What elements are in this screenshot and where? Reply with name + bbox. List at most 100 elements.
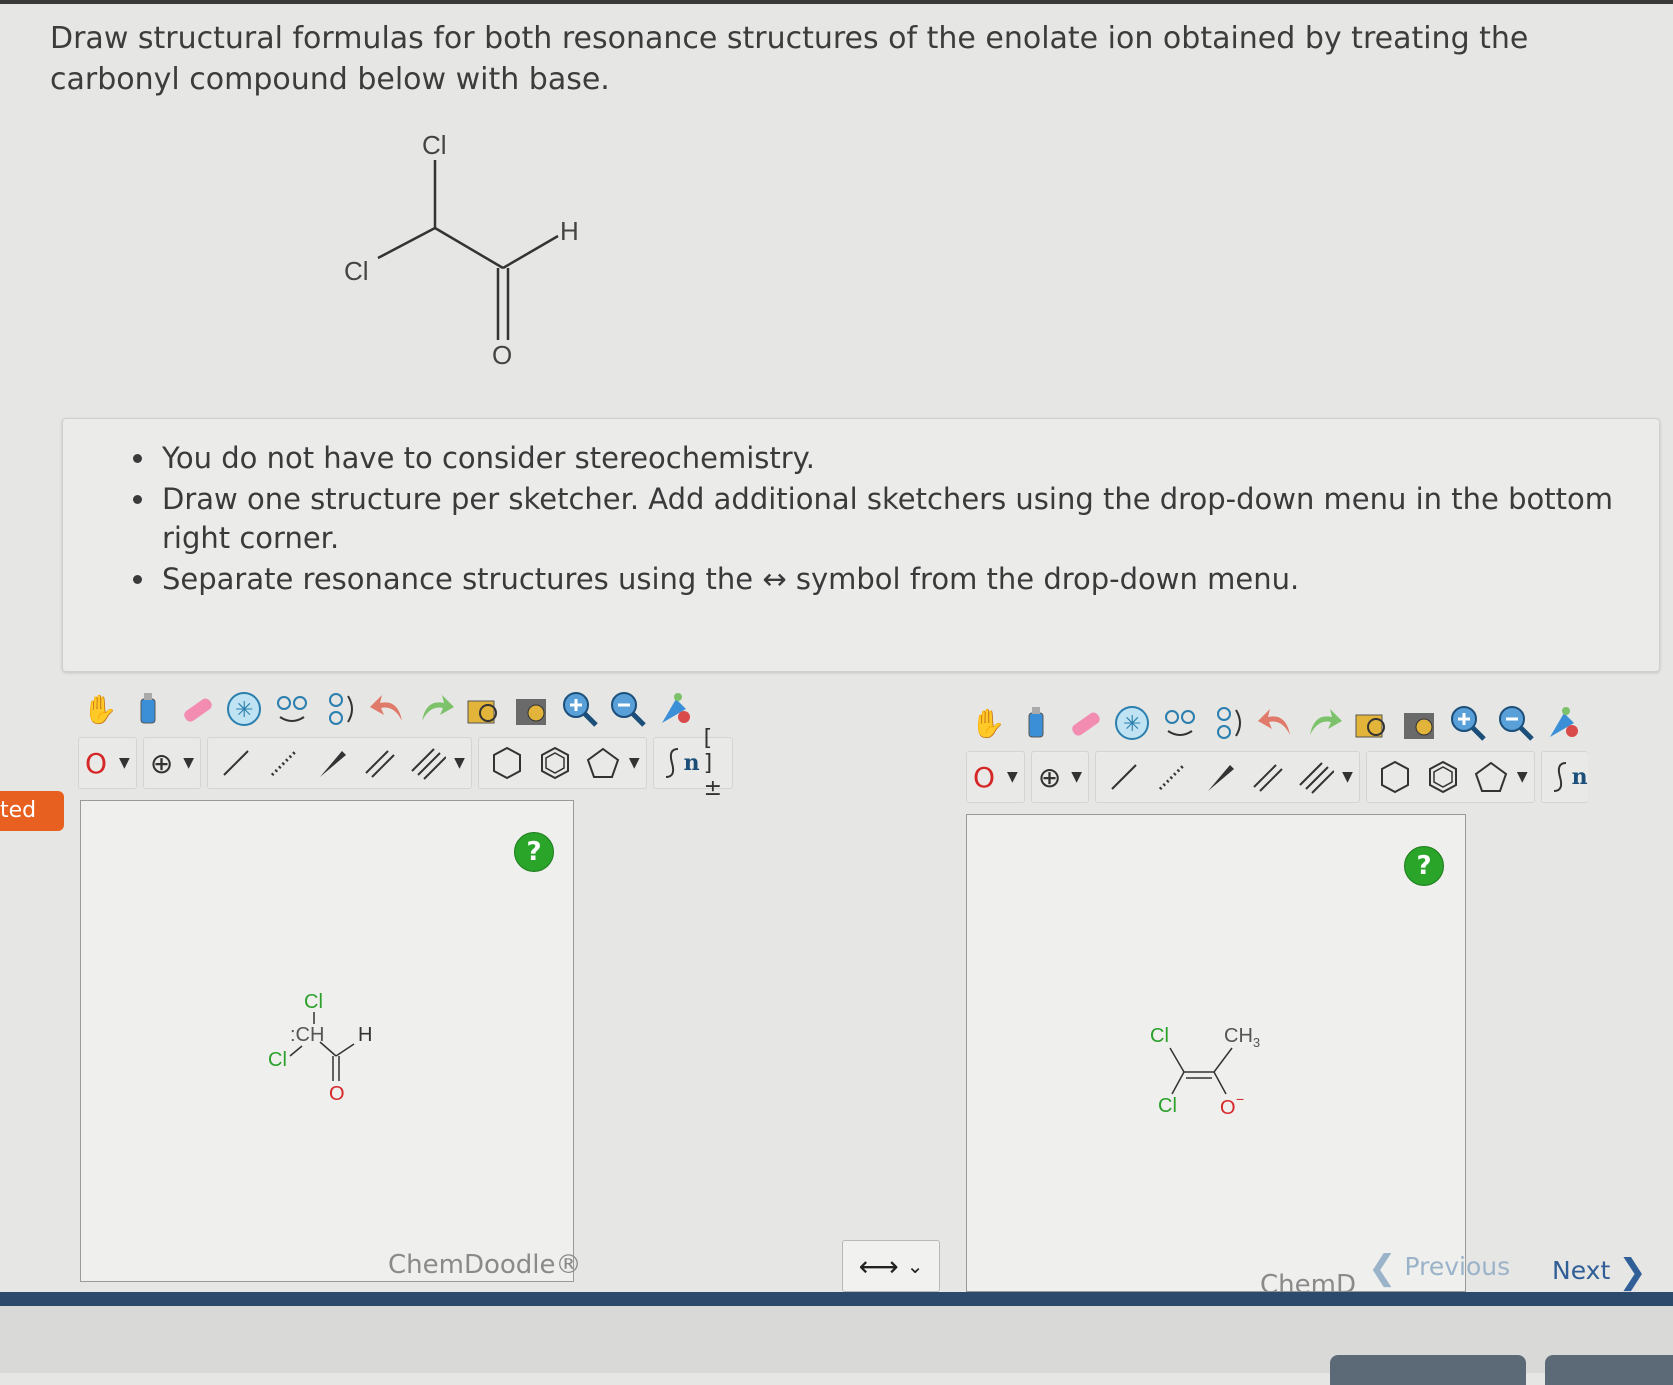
- next-label: Next: [1552, 1256, 1611, 1285]
- atom-o: O: [1220, 1097, 1236, 1119]
- previous-button[interactable]: ❮ Previous: [1368, 1248, 1510, 1288]
- chevron-down-icon[interactable]: ▼: [454, 755, 465, 771]
- bond-tools: ▼: [1095, 751, 1360, 803]
- atom-cl-top: Cl: [422, 130, 447, 160]
- chevron-down-icon: ▼: [183, 755, 195, 771]
- eraser-icon[interactable]: [1062, 701, 1106, 745]
- element-label: O: [973, 760, 996, 794]
- center-icon[interactable]: ✳: [1110, 701, 1154, 745]
- instructions-box: You do not have to consider stereochemis…: [62, 418, 1660, 672]
- charge-selector[interactable]: ⊕ ▼: [142, 737, 202, 789]
- flip-horizontal-icon[interactable]: [1158, 701, 1202, 745]
- clear-icon[interactable]: [126, 687, 170, 731]
- toolbar-row-top: ✋ ✳: [78, 684, 702, 734]
- undo-icon[interactable]: [366, 687, 410, 731]
- zoom-out-icon[interactable]: [1494, 701, 1538, 745]
- toolbar-row-bottom: O ▼ ⊕ ▼ ▼ ▼ n [ ]±: [78, 726, 739, 801]
- clean-icon[interactable]: [1542, 701, 1586, 745]
- resonance-arrow-icon: ⟷: [858, 1249, 899, 1283]
- paste-icon[interactable]: [1398, 701, 1442, 745]
- hashed-bond-icon[interactable]: [262, 741, 306, 785]
- cyclohexane-icon[interactable]: [485, 741, 529, 785]
- drawn-structure-1[interactable]: Cl :CH Cl H O: [268, 986, 418, 1106]
- element-label: O: [85, 746, 108, 780]
- single-bond-icon[interactable]: [1102, 755, 1146, 799]
- atom-h: H: [358, 1024, 372, 1046]
- zoom-out-icon[interactable]: [606, 687, 650, 731]
- help-button[interactable]: ?: [514, 832, 554, 872]
- element-selector[interactable]: O ▼: [966, 751, 1025, 803]
- toolbar-row-bottom: O ▼ ⊕ ▼ ▼ ▼ n: [966, 751, 1594, 803]
- chevron-down-icon: ⌄: [906, 1254, 924, 1278]
- copy-icon[interactable]: [462, 687, 506, 731]
- repeat-unit-icon[interactable]: n: [1548, 755, 1588, 799]
- cyclohexane-icon[interactable]: [1373, 755, 1417, 799]
- top-border: [0, 0, 1673, 4]
- bracket-icon[interactable]: [ ]±: [704, 726, 722, 801]
- zoom-in-icon[interactable]: [1446, 701, 1490, 745]
- flip-vertical-icon[interactable]: [318, 687, 362, 731]
- cyclopentane-icon[interactable]: [1469, 755, 1513, 799]
- copy-icon[interactable]: [1350, 701, 1394, 745]
- charge-minus: −: [1236, 1091, 1244, 1107]
- chevron-right-icon: ❯: [1618, 1252, 1647, 1292]
- benzene-icon[interactable]: [1421, 755, 1465, 799]
- atom-o: O: [492, 340, 512, 370]
- wedge-bond-icon[interactable]: [310, 741, 354, 785]
- help-button[interactable]: ?: [1404, 846, 1444, 886]
- hand-icon[interactable]: ✋: [966, 701, 1010, 745]
- clean-icon[interactable]: [654, 687, 698, 731]
- redo-icon[interactable]: [1302, 701, 1346, 745]
- double-bond-icon[interactable]: [358, 741, 402, 785]
- chevron-down-icon[interactable]: ▼: [1342, 769, 1353, 785]
- next-button[interactable]: Next ❯: [1552, 1252, 1647, 1292]
- atom-cl: Cl: [304, 991, 323, 1013]
- question-text: Draw structural formulas for both resona…: [50, 21, 1529, 97]
- hand-icon[interactable]: ✋: [78, 687, 122, 731]
- atom-o: O: [329, 1083, 345, 1105]
- atom-cl: Cl: [1158, 1095, 1177, 1117]
- instructions-list: You do not have to consider stereochemis…: [158, 439, 1659, 599]
- charge-icon: ⊕: [1037, 760, 1062, 794]
- hashed-bond-icon[interactable]: [1150, 755, 1194, 799]
- atom-cl: Cl: [1150, 1025, 1169, 1047]
- flip-vertical-icon[interactable]: [1206, 701, 1250, 745]
- ring-tools: ▼: [477, 737, 647, 789]
- triple-bond-icon[interactable]: [406, 741, 450, 785]
- cyclopentane-icon[interactable]: [581, 741, 625, 785]
- zoom-in-icon[interactable]: [558, 687, 602, 731]
- flip-horizontal-icon[interactable]: [270, 687, 314, 731]
- center-icon[interactable]: ✳: [222, 687, 266, 731]
- chevron-down-icon: ▼: [1071, 769, 1083, 785]
- instruction-item: Separate resonance structures using the …: [158, 560, 1659, 599]
- bond-c-h: [502, 234, 559, 270]
- drawn-structure-2[interactable]: Cl CH3 Cl O −: [1146, 1020, 1306, 1130]
- element-selector[interactable]: O ▼: [78, 737, 137, 789]
- wedge-bond-icon[interactable]: [1198, 755, 1242, 799]
- sgroup-label: n: [1571, 764, 1588, 790]
- undo-icon[interactable]: [1254, 701, 1298, 745]
- charge-selector[interactable]: ⊕ ▼: [1030, 751, 1090, 803]
- svg-text:✳: ✳: [235, 697, 253, 722]
- chevron-down-icon: ▼: [119, 755, 130, 771]
- side-tab[interactable]: ted: [0, 791, 64, 831]
- triple-bond-icon[interactable]: [1294, 755, 1338, 799]
- double-bond-icon[interactable]: [1246, 755, 1290, 799]
- footer-button[interactable]: [1330, 1355, 1526, 1385]
- paste-icon[interactable]: [510, 687, 554, 731]
- single-bond-icon[interactable]: [214, 741, 258, 785]
- repeat-unit-icon[interactable]: n: [660, 741, 700, 785]
- sgroup-tools: n: [1540, 751, 1588, 803]
- bond-c-c: [434, 226, 504, 270]
- redo-icon[interactable]: [414, 687, 458, 731]
- chevron-down-icon[interactable]: ▼: [1517, 769, 1528, 785]
- eraser-icon[interactable]: [174, 687, 218, 731]
- charge-icon: ⊕: [149, 746, 174, 780]
- bond-c-cl-left: [377, 226, 436, 260]
- benzene-icon[interactable]: [533, 741, 577, 785]
- chevron-down-icon[interactable]: ▼: [629, 755, 640, 771]
- footer-button[interactable]: [1545, 1355, 1673, 1385]
- bottom-bar: [0, 1292, 1673, 1306]
- clear-icon[interactable]: [1014, 701, 1058, 745]
- resonance-arrow-select[interactable]: ⟷ ⌄: [842, 1240, 940, 1292]
